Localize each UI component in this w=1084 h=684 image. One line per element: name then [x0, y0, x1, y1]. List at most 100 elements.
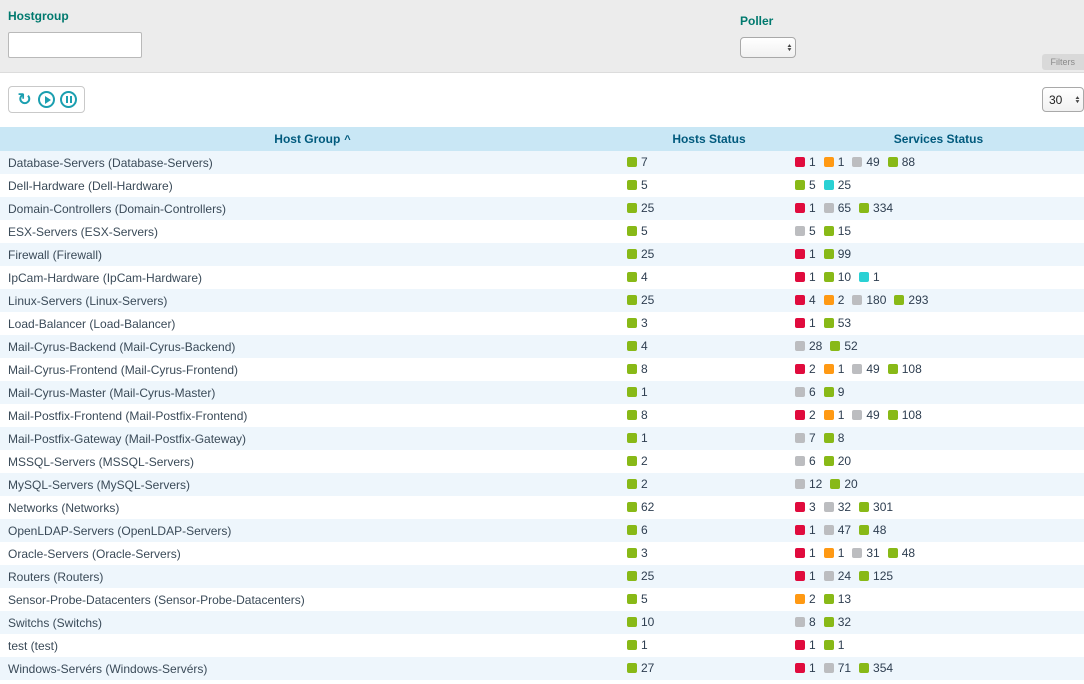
critical-count: 1 [809, 661, 816, 675]
ok-status-badge: 48 [859, 523, 886, 537]
table-row[interactable]: Mail-Postfix-Frontend (Mail-Postfix-Fron… [0, 404, 1084, 427]
table-row[interactable]: OpenLDAP-Servers (OpenLDAP-Servers)61474… [0, 519, 1084, 542]
unknown-square-icon [795, 226, 805, 236]
table-row[interactable]: Switchs (Switchs)10832 [0, 611, 1084, 634]
table-row[interactable]: MySQL-Servers (MySQL-Servers)21220 [0, 473, 1084, 496]
ok-count: 13 [838, 592, 851, 606]
unknown-count: 49 [866, 155, 879, 169]
table-row[interactable]: Dell-Hardware (Dell-Hardware)5525 [0, 174, 1084, 197]
warning-count: 1 [838, 546, 845, 560]
hostgroup-name: OpenLDAP-Servers (OpenLDAP-Servers) [0, 519, 625, 542]
services-status-cell: 153 [793, 312, 1084, 335]
hostgroup-name: MySQL-Servers (MySQL-Servers) [0, 473, 625, 496]
unknown-count: 71 [838, 661, 851, 675]
column-header-host-group[interactable]: Host Group^ [0, 127, 625, 151]
hosts-status-cell: 3 [625, 312, 793, 335]
sort-asc-icon: ^ [344, 134, 350, 146]
column-header-services-status[interactable]: Services Status [793, 127, 1084, 151]
table-row[interactable]: Routers (Routers)25124125 [0, 565, 1084, 588]
page-size-select[interactable]: 30 ▲▼ [1042, 87, 1084, 112]
ok-status-badge: 48 [888, 546, 915, 560]
hosts-status-cell: 8 [625, 358, 793, 381]
ok-square-icon [627, 594, 637, 604]
refresh-icon[interactable]: ↻ [16, 91, 33, 108]
pause-icon[interactable] [60, 91, 77, 108]
ok-count: 10 [641, 615, 654, 629]
ok-status-badge: 25 [627, 247, 654, 261]
warning-count: 2 [838, 293, 845, 307]
table-row[interactable]: IpCam-Hardware (IpCam-Hardware)41101 [0, 266, 1084, 289]
unknown-count: 6 [809, 385, 816, 399]
unknown-square-icon [795, 617, 805, 627]
table-row[interactable]: Mail-Postfix-Gateway (Mail-Postfix-Gatew… [0, 427, 1084, 450]
ok-status-badge: 1 [627, 638, 648, 652]
pending-count: 25 [838, 178, 851, 192]
ok-status-badge: 334 [859, 201, 893, 215]
ok-status-badge: 25 [627, 293, 654, 307]
select-arrows-icon: ▲▼ [1075, 96, 1080, 104]
table-row[interactable]: ESX-Servers (ESX-Servers)5515 [0, 220, 1084, 243]
hosts-status-cell: 4 [625, 266, 793, 289]
hosts-status-cell: 8 [625, 404, 793, 427]
table-row[interactable]: Mail-Cyrus-Master (Mail-Cyrus-Master)169 [0, 381, 1084, 404]
table-row[interactable]: Linux-Servers (Linux-Servers)2542180293 [0, 289, 1084, 312]
ok-count: 9 [838, 385, 845, 399]
critical-status-badge: 1 [795, 546, 816, 560]
table-row[interactable]: Mail-Cyrus-Backend (Mail-Cyrus-Backend)4… [0, 335, 1084, 358]
table-row[interactable]: Sensor-Probe-Datacenters (Sensor-Probe-D… [0, 588, 1084, 611]
services-status-cell: 69 [793, 381, 1084, 404]
table-row[interactable]: Database-Servers (Database-Servers)71149… [0, 151, 1084, 174]
critical-count: 2 [809, 408, 816, 422]
column-header-hosts-status[interactable]: Hosts Status [625, 127, 793, 151]
warning-count: 2 [809, 592, 816, 606]
critical-status-badge: 1 [795, 569, 816, 583]
hosts-status-cell: 5 [625, 588, 793, 611]
ok-status-badge: 20 [824, 454, 851, 468]
unknown-square-icon [795, 433, 805, 443]
critical-square-icon [795, 203, 805, 213]
ok-count: 25 [641, 201, 654, 215]
table-row[interactable]: Mail-Cyrus-Frontend (Mail-Cyrus-Frontend… [0, 358, 1084, 381]
table-row[interactable]: Load-Balancer (Load-Balancer)3153 [0, 312, 1084, 335]
hostgroup-name: Mail-Cyrus-Master (Mail-Cyrus-Master) [0, 381, 625, 404]
toolbar: ↻ 30 ▲▼ [0, 73, 1084, 127]
play-icon[interactable] [38, 91, 55, 108]
filters-button[interactable]: Filters [1042, 54, 1084, 70]
hostgroup-input[interactable] [8, 32, 142, 58]
critical-square-icon [795, 410, 805, 420]
unknown-status-badge: 5 [795, 224, 816, 238]
unknown-square-icon [824, 502, 834, 512]
ok-square-icon [627, 295, 637, 305]
ok-count: 5 [641, 178, 648, 192]
table-row[interactable]: test (test)111 [0, 634, 1084, 657]
hostgroup-name: Sensor-Probe-Datacenters (Sensor-Probe-D… [0, 588, 625, 611]
services-status-cell: 114988 [793, 151, 1084, 174]
ok-square-icon [830, 479, 840, 489]
ok-count: 52 [844, 339, 857, 353]
hosts-status-cell: 3 [625, 542, 793, 565]
ok-status-badge: 5 [627, 592, 648, 606]
ok-count: 1 [641, 385, 648, 399]
services-status-cell: 332301 [793, 496, 1084, 519]
poller-select[interactable]: ▲▼ [740, 37, 796, 58]
services-status-cell: 2852 [793, 335, 1084, 358]
ok-status-badge: 1 [627, 385, 648, 399]
table-row[interactable]: Networks (Networks)62332301 [0, 496, 1084, 519]
critical-status-badge: 1 [795, 523, 816, 537]
ok-square-icon [627, 548, 637, 558]
ok-status-badge: 27 [627, 661, 654, 675]
unknown-status-badge: 180 [852, 293, 886, 307]
ok-count: 3 [641, 316, 648, 330]
ok-count: 125 [873, 569, 893, 583]
ok-status-badge: 62 [627, 500, 654, 514]
critical-status-badge: 1 [795, 270, 816, 284]
ok-square-icon [824, 272, 834, 282]
table-row[interactable]: Domain-Controllers (Domain-Controllers)2… [0, 197, 1084, 220]
ok-square-icon [894, 295, 904, 305]
table-row[interactable]: Oracle-Servers (Oracle-Servers)3113148 [0, 542, 1084, 565]
table-row[interactable]: Firewall (Firewall)25199 [0, 243, 1084, 266]
table-row[interactable]: Windows-Servérs (Windows-Servérs)2717135… [0, 657, 1084, 680]
table-row[interactable]: MSSQL-Servers (MSSQL-Servers)2620 [0, 450, 1084, 473]
services-status-cell: 11 [793, 634, 1084, 657]
ok-count: 301 [873, 500, 893, 514]
